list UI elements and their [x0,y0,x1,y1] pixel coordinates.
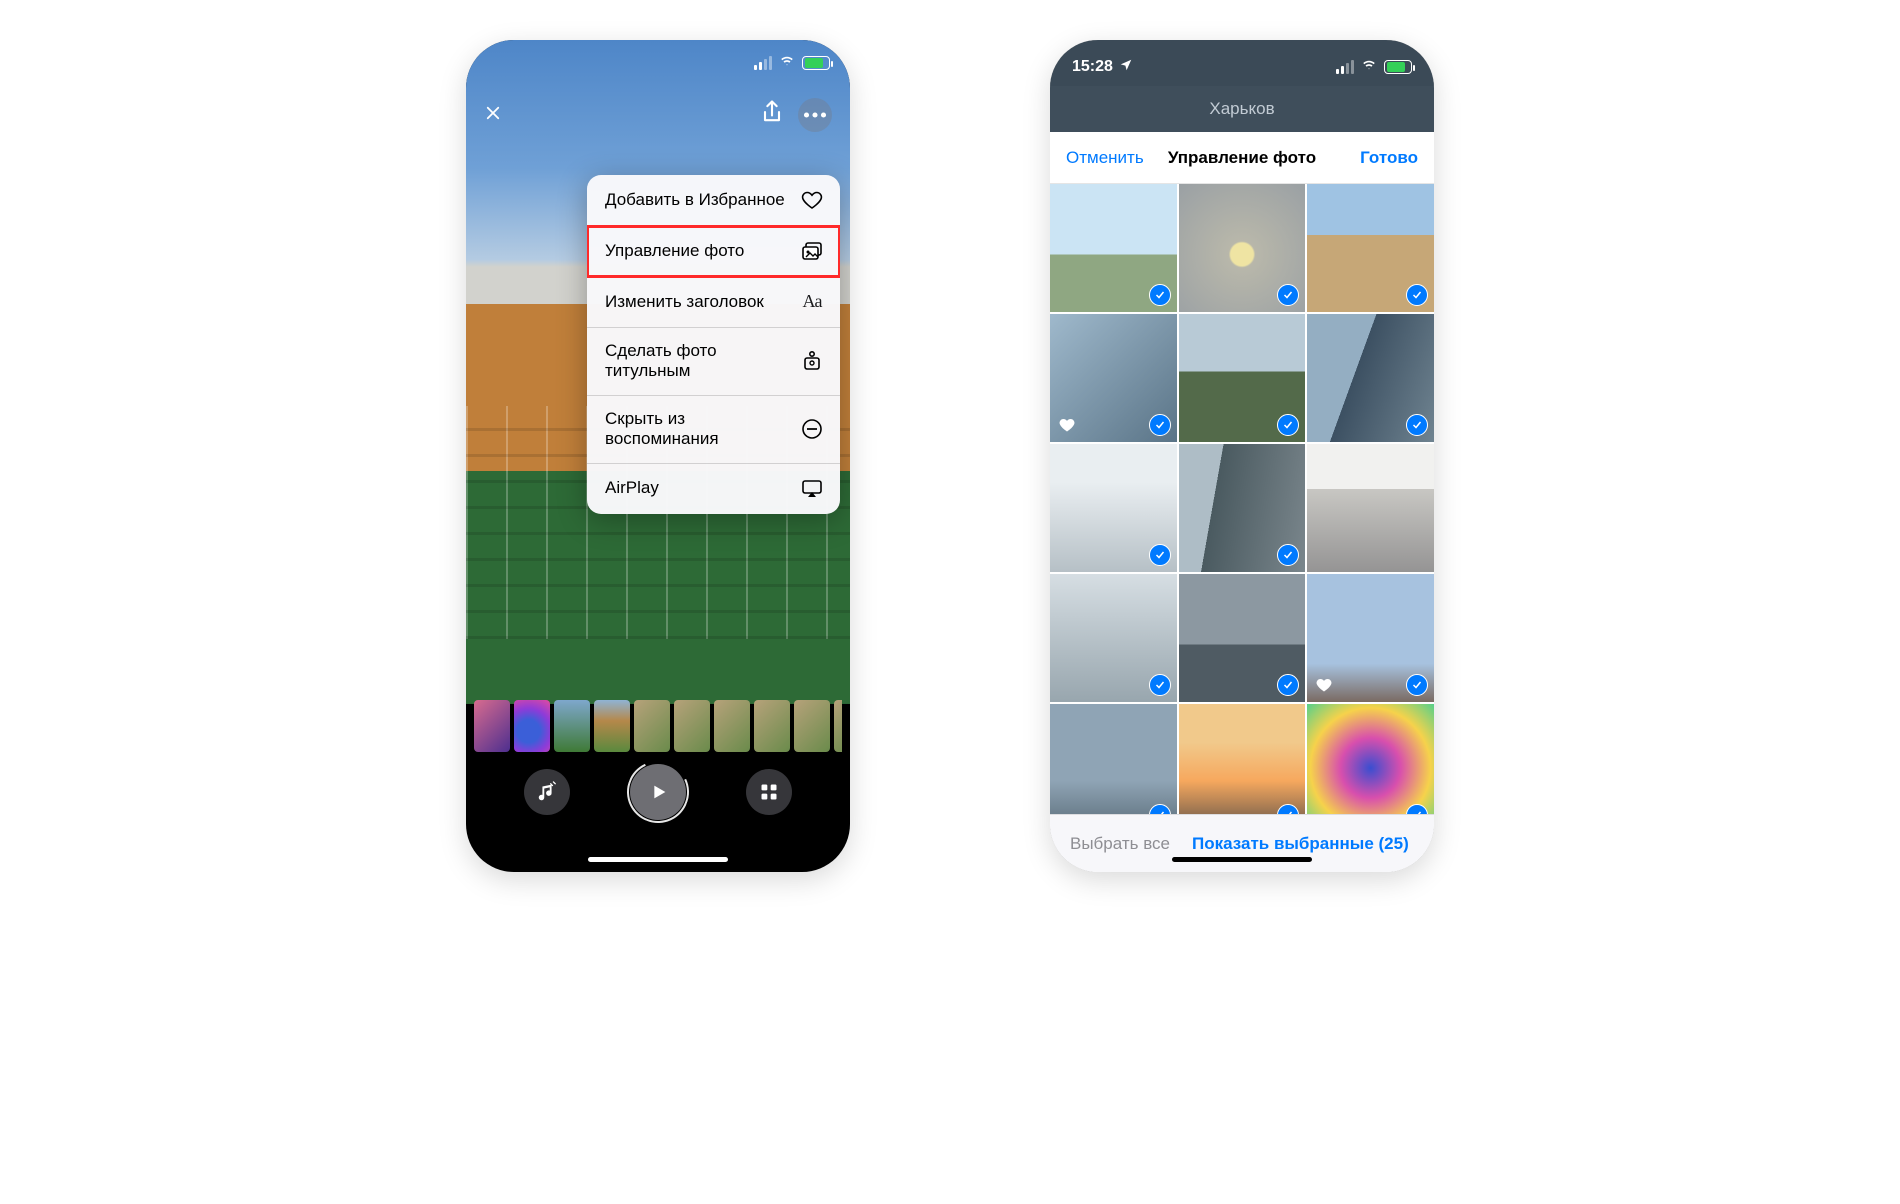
thumbnail[interactable] [634,700,670,752]
background-title-label: Харьков [1209,99,1274,119]
bottom-controls [466,764,850,820]
photo-cell[interactable] [1050,704,1177,814]
photo-cell[interactable] [1179,314,1306,442]
minus-circle-icon [800,417,824,441]
photo-cell[interactable] [1179,704,1306,814]
photo-cell[interactable] [1179,184,1306,312]
menu-edit-title[interactable]: Изменить заголовок Aa [587,277,840,328]
selected-check-icon [1406,674,1428,696]
cancel-button[interactable]: Отменить [1066,148,1144,168]
menu-label: AirPlay [605,478,659,498]
photo-cell[interactable] [1050,444,1177,572]
cellular-icon [752,56,772,70]
selected-check-icon [1277,414,1299,436]
more-button[interactable] [798,98,832,132]
menu-label: Скрыть из воспоминания [605,409,800,450]
menu-label: Добавить в Избранное [605,190,785,210]
home-indicator[interactable] [1172,857,1312,862]
menu-airplay[interactable]: AirPlay [587,464,840,514]
battery-icon [802,56,830,70]
show-selected-button[interactable]: Показать выбранные (25) [1192,834,1409,854]
play-button[interactable] [630,764,686,820]
selected-check-icon [1149,544,1171,566]
menu-manage-photos[interactable]: Управление фото [587,226,840,277]
thumbnail[interactable] [594,700,630,752]
heart-icon [800,188,824,212]
text-aa-icon: Aa [800,290,824,314]
thumbnail[interactable] [554,700,590,752]
thumbnail[interactable] [674,700,710,752]
battery-icon [1384,60,1412,74]
selected-check-icon [1277,804,1299,814]
menu-add-favorite[interactable]: Добавить в Избранное [587,175,840,226]
photo-cell[interactable] [1307,184,1434,312]
context-menu: Добавить в Избранное Управление фото Изм… [587,175,840,514]
selected-check-icon [1277,544,1299,566]
thumbnail-strip[interactable] [474,700,842,752]
top-toolbar [466,90,850,140]
photo-cell[interactable] [1050,314,1177,442]
thumbnail[interactable] [794,700,830,752]
location-icon [1119,58,1133,77]
done-button[interactable]: Готово [1360,148,1418,168]
selected-check-icon [1406,804,1428,814]
music-button[interactable] [524,769,570,815]
selected-check-icon [1406,414,1428,436]
thumbnail[interactable] [714,700,750,752]
key-photo-icon [800,349,824,373]
phone-memory-view: Добавить в Избранное Управление фото Изм… [466,40,850,872]
selected-check-icon [1149,674,1171,696]
photo-stack-icon [800,239,824,263]
wifi-icon [778,54,796,72]
share-button[interactable] [758,98,786,132]
menu-label: Изменить заголовок [605,292,764,312]
select-all-button[interactable]: Выбрать все [1070,834,1170,854]
photo-cell[interactable] [1307,574,1434,702]
status-bar: 15:28 [1050,40,1434,86]
menu-make-cover[interactable]: Сделать фото титульным [587,328,840,396]
menu-hide-from-memory[interactable]: Скрыть из воспоминания [587,396,840,464]
phone-manage-photos: 15:28 Харьков Отменить Управление фото Г… [1050,40,1434,872]
photo-cell[interactable] [1179,444,1306,572]
wifi-icon [1360,58,1378,77]
favorite-heart-icon [1058,416,1076,434]
selected-check-icon [1149,414,1171,436]
menu-label: Управление фото [605,241,744,261]
selected-check-icon [1406,284,1428,306]
thumbnail[interactable] [754,700,790,752]
selected-check-icon [1149,804,1171,814]
selected-check-icon [1149,284,1171,306]
cellular-icon [1334,60,1354,74]
status-bar [752,54,830,72]
selected-check-icon [1277,284,1299,306]
status-time: 15:28 [1072,58,1113,76]
photo-cell[interactable] [1050,184,1177,312]
photo-cell[interactable] [1179,574,1306,702]
close-button[interactable] [484,104,502,127]
favorite-heart-icon [1315,676,1333,694]
grid-view-button[interactable] [746,769,792,815]
thumbnail[interactable] [834,700,842,752]
photo-cell[interactable] [1307,704,1434,814]
home-indicator[interactable] [588,857,728,862]
thumbnail[interactable] [514,700,550,752]
photo-cell[interactable] [1307,444,1434,572]
selected-check-icon [1277,674,1299,696]
sheet-header: Отменить Управление фото Готово [1050,132,1434,184]
sheet-footer: Выбрать все Показать выбранные (25) [1050,814,1434,872]
manage-photos-sheet: Отменить Управление фото Готово Выбрать … [1050,132,1434,872]
thumbnail[interactable] [474,700,510,752]
photo-grid [1050,184,1434,814]
menu-label: Сделать фото титульным [605,341,800,382]
airplay-icon [800,477,824,501]
background-nav-title: Харьков [1050,86,1434,132]
photo-cell[interactable] [1050,574,1177,702]
photo-cell[interactable] [1307,314,1434,442]
